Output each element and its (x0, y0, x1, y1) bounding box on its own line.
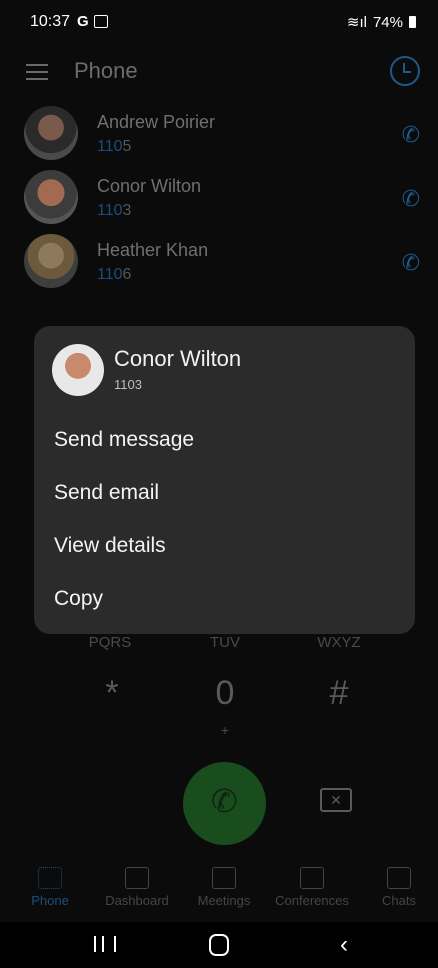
keypad-icon (38, 867, 62, 889)
avatar (24, 106, 78, 160)
menu-icon[interactable] (26, 64, 48, 85)
popup-contact-name: Conor Wilton (114, 346, 242, 371)
avatar (52, 344, 104, 396)
wifi-signal-icon: ≋ıl (346, 14, 367, 31)
tab-dashboard[interactable]: Dashboard (100, 867, 174, 908)
key-zero-plus: + (220, 722, 230, 738)
key-zero[interactable]: 0 (185, 674, 265, 713)
back-icon[interactable]: ‹ (340, 931, 348, 959)
google-icon: G (77, 13, 89, 30)
battery-icon (409, 16, 416, 28)
system-nav-bar: ‹ (0, 922, 438, 968)
contact-ext: 1103 (97, 202, 132, 219)
key-9-letters: WXYZ (317, 634, 361, 651)
contact-name: Andrew Poirier (97, 112, 216, 132)
meeting-icon (212, 867, 236, 889)
phone-icon: ✆ (211, 783, 238, 819)
call-icon[interactable]: ✆ (402, 122, 420, 148)
contact-row[interactable]: Heather Khan 1106 ✆ (0, 234, 438, 298)
group-icon (300, 867, 324, 889)
page-title: Phone (74, 58, 138, 83)
copy-item[interactable]: Copy (54, 587, 103, 611)
send-message-item[interactable]: Send message (54, 428, 194, 452)
battery-percent: 74% (372, 13, 403, 31)
contact-row[interactable]: Conor Wilton 1103 ✆ (0, 170, 438, 234)
chat-icon (387, 867, 411, 889)
contact-context-menu: Conor Wilton 1103 Send message Send emai… (34, 326, 415, 634)
status-right: ≋ıl 74% (347, 13, 416, 31)
send-email-item[interactable]: Send email (54, 481, 159, 505)
history-icon[interactable] (390, 56, 420, 86)
image-notification-icon (94, 15, 108, 28)
avatar (24, 234, 78, 288)
backspace-icon[interactable]: ✕ (320, 788, 352, 812)
contact-ext: 1105 (97, 138, 132, 155)
chart-icon (125, 867, 149, 889)
key-hash[interactable]: # (299, 674, 379, 713)
tab-chats[interactable]: Chats (378, 867, 420, 908)
call-icon[interactable]: ✆ (402, 186, 420, 212)
key-8-letters: TUV (210, 634, 240, 651)
home-icon[interactable] (209, 934, 229, 956)
call-icon[interactable]: ✆ (402, 250, 420, 276)
contact-name: Conor Wilton (97, 176, 202, 196)
recent-apps-icon[interactable] (94, 936, 116, 952)
contact-name: Heather Khan (97, 240, 209, 260)
popup-contact-ext: 1103 (114, 377, 142, 392)
call-button[interactable]: ✆ (183, 762, 266, 845)
key-star[interactable]: * (72, 674, 152, 713)
tab-meetings[interactable]: Meetings (194, 867, 254, 908)
contact-row[interactable]: Andrew Poirier 1105 ✆ (0, 106, 438, 170)
app-header: Phone (0, 42, 438, 102)
status-bar: 10:37 G ≋ıl 74% (0, 0, 438, 42)
contact-ext: 1106 (97, 266, 132, 283)
bottom-tab-bar: Phone Dashboard Meetings Conferences Cha… (0, 867, 438, 922)
tab-conferences[interactable]: Conferences (268, 867, 356, 908)
avatar (24, 170, 78, 224)
status-time: 10:37 (30, 13, 71, 30)
tab-phone[interactable]: Phone (28, 867, 72, 908)
key-7-letters: PQRS (88, 634, 132, 651)
view-details-item[interactable]: View details (54, 534, 166, 558)
